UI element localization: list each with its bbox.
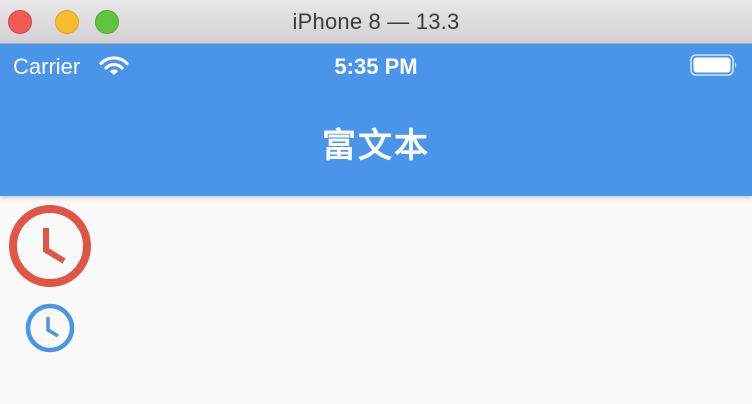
clock-icon	[9, 205, 91, 287]
battery-icon	[690, 54, 737, 76]
window-titlebar: iPhone 8 — 13.3	[0, 0, 752, 44]
simulator-window: iPhone 8 — 13.3 Carrier 5:35 PM 富文本	[0, 0, 752, 404]
page-title: 富文本	[322, 127, 430, 165]
app-bar: Carrier 5:35 PM 富文本	[0, 44, 752, 196]
window-title: iPhone 8 — 13.3	[292, 9, 460, 34]
status-time: 5:35 PM	[334, 54, 418, 79]
clock-icon	[25, 303, 75, 353]
page-content	[0, 196, 752, 404]
